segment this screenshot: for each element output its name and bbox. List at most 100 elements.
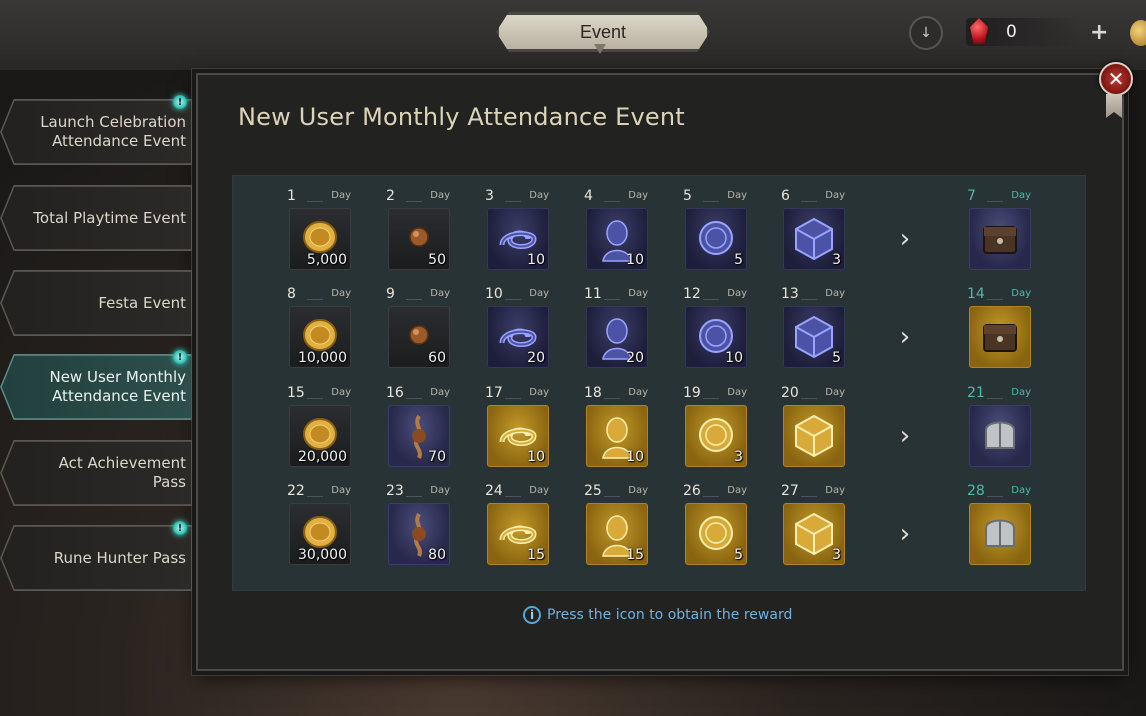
sidebar-tab-label: Total Playtime Event <box>33 208 186 227</box>
reward-item-button[interactable]: 10 <box>586 208 648 270</box>
day-header: 10 Day <box>485 286 549 302</box>
day-header: 28 Day <box>967 483 1031 499</box>
sidebar-tab-5[interactable]: Act Achievement Pass <box>0 440 192 506</box>
reward-item-button[interactable]: 5,000 <box>289 208 351 270</box>
weekly-reward-button[interactable] <box>969 503 1031 565</box>
day-header: 22 Day <box>287 483 351 499</box>
day-header: 14 Day <box>967 286 1031 302</box>
close-button[interactable]: ✕ <box>1099 62 1133 96</box>
day-label: Day <box>825 190 845 201</box>
reward-item-button[interactable]: 80 <box>388 503 450 565</box>
day-label: Day <box>727 288 747 299</box>
info-icon: i <box>523 606 541 624</box>
day-number: 27 <box>781 483 799 499</box>
day-divider <box>406 496 422 497</box>
day-number: 11 <box>584 286 602 302</box>
info-hint: i Press the icon to obtain the reward <box>523 606 792 624</box>
weekly-reward-button[interactable] <box>969 208 1031 270</box>
day-number: 7 <box>967 188 976 204</box>
day-number: 10 <box>485 286 503 302</box>
day-number: 14 <box>967 286 985 302</box>
day-number: 19 <box>683 385 701 401</box>
reward-item-button[interactable] <box>783 405 845 467</box>
day-label: Day <box>430 288 450 299</box>
day-number: 22 <box>287 483 305 499</box>
weekly-reward-button[interactable] <box>969 306 1031 368</box>
day-label: Day <box>825 288 845 299</box>
reward-item-button[interactable]: 10 <box>586 405 648 467</box>
day-divider <box>406 398 422 399</box>
reward-item-button[interactable]: 10 <box>487 405 549 467</box>
reward-item-button[interactable]: 20 <box>487 306 549 368</box>
day-divider <box>987 299 1003 300</box>
day-label: Day <box>430 387 450 398</box>
day-divider <box>307 299 323 300</box>
reward-item-button[interactable]: 10 <box>487 208 549 270</box>
reward-quantity: 3 <box>734 449 743 465</box>
day-divider <box>505 496 521 497</box>
day-divider <box>801 201 817 202</box>
day-label: Day <box>331 485 351 496</box>
day-divider <box>406 299 422 300</box>
day-number: 9 <box>386 286 395 302</box>
day-label: Day <box>628 387 648 398</box>
reward-item-button[interactable]: 70 <box>388 405 450 467</box>
reward-item-button[interactable]: 30,000 <box>289 503 351 565</box>
reward-item-button[interactable]: 15 <box>487 503 549 565</box>
day-header: 20 Day <box>781 385 845 401</box>
day-divider <box>604 496 620 497</box>
chevron-right-icon: › <box>899 421 911 451</box>
day-divider <box>505 299 521 300</box>
day-label: Day <box>825 387 845 398</box>
day-header: 11 Day <box>584 286 648 302</box>
day-label: Day <box>331 190 351 201</box>
sidebar-tab-2[interactable]: Total Playtime Event <box>0 185 192 251</box>
day-number: 21 <box>967 385 985 401</box>
day-divider <box>307 496 323 497</box>
reward-item-button[interactable]: 50 <box>388 208 450 270</box>
reward-item-button[interactable]: 10 <box>685 306 747 368</box>
gold-cube-icon <box>784 414 844 470</box>
day-divider <box>801 398 817 399</box>
reward-item-button[interactable]: 60 <box>388 306 450 368</box>
chevron-right-icon: › <box>899 322 911 352</box>
panel-title: New User Monthly Attendance Event <box>238 103 685 131</box>
day-header: 21 Day <box>967 385 1031 401</box>
day-header: 9 Day <box>386 286 450 302</box>
day-header: 19 Day <box>683 385 747 401</box>
reward-item-button[interactable]: 20,000 <box>289 405 351 467</box>
day-divider <box>703 201 719 202</box>
reward-item-button[interactable]: 20 <box>586 306 648 368</box>
reward-item-button[interactable]: 5 <box>685 503 747 565</box>
reward-quantity: 30,000 <box>298 547 347 563</box>
add-gems-button[interactable]: + <box>1090 20 1108 45</box>
day-header: 2 Day <box>386 188 450 204</box>
sidebar-tab-6[interactable]: Rune Hunter Pass <box>0 525 192 591</box>
reward-quantity: 15 <box>527 547 545 563</box>
day-label: Day <box>529 485 549 496</box>
day-divider <box>801 496 817 497</box>
reward-item-button[interactable]: 5 <box>685 208 747 270</box>
day-number: 16 <box>386 385 404 401</box>
weekly-reward-button[interactable] <box>969 405 1031 467</box>
day-number: 6 <box>781 188 790 204</box>
day-label: Day <box>1011 485 1031 496</box>
reward-quantity: 50 <box>428 252 446 268</box>
sidebar-tab-4[interactable]: New User Monthly Attendance Event <box>0 354 192 420</box>
reward-item-button[interactable]: 15 <box>586 503 648 565</box>
day-header: 12 Day <box>683 286 747 302</box>
reward-item-button[interactable]: 5 <box>783 306 845 368</box>
day-divider <box>987 201 1003 202</box>
reward-item-button[interactable]: 3 <box>783 208 845 270</box>
sidebar-tab-label: Launch Celebration Attendance Event <box>40 113 186 150</box>
sidebar-tab-1[interactable]: Launch Celebration Attendance Event <box>0 99 192 165</box>
day-number: 12 <box>683 286 701 302</box>
treasure-chest-icon <box>970 226 1030 273</box>
reward-item-button[interactable]: 3 <box>783 503 845 565</box>
reward-item-button[interactable]: 10,000 <box>289 306 351 368</box>
download-button[interactable]: ↓ <box>909 16 943 50</box>
reward-quantity: 70 <box>428 449 446 465</box>
day-number: 15 <box>287 385 305 401</box>
reward-item-button[interactable]: 3 <box>685 405 747 467</box>
sidebar-tab-3[interactable]: Festa Event <box>0 270 192 336</box>
